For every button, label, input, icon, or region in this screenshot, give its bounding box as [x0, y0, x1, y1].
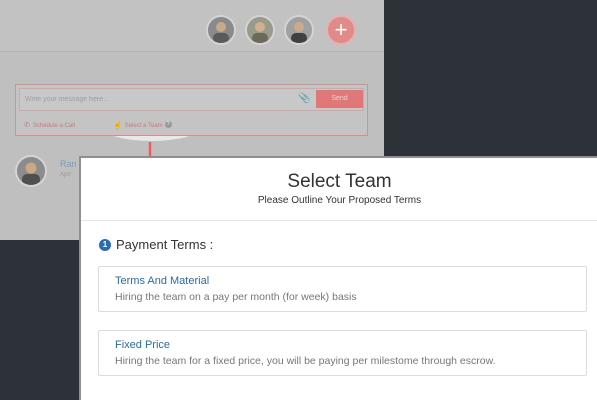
- message-input[interactable]: [19, 88, 364, 111]
- modal-divider: [81, 220, 597, 221]
- select-team-action[interactable]: ☝ Select a Team?: [113, 121, 172, 129]
- attachment-icon[interactable]: 📎: [298, 93, 310, 104]
- avatar[interactable]: [284, 15, 314, 45]
- select-team-modal: Select Team Please Outline Your Proposed…: [79, 156, 597, 400]
- option-title: Terms And Material: [115, 275, 210, 287]
- option-description: Hiring the team on a pay per month (for …: [115, 291, 357, 303]
- add-member-button[interactable]: +: [326, 15, 356, 45]
- option-title: Fixed Price: [115, 339, 171, 351]
- avatar[interactable]: [206, 15, 236, 45]
- phone-icon: ✆: [24, 122, 30, 129]
- message-composer: 📎 Send ✆Schedule a Call ☝Select a Team?: [15, 84, 368, 136]
- help-icon[interactable]: ?: [164, 121, 172, 128]
- schedule-call-label: Schedule a Call: [32, 123, 75, 129]
- modal-subtitle: Please Outline Your Proposed Terms: [257, 195, 422, 206]
- option-fixed-price[interactable]: Fixed Price Hiring the team for a fixed …: [98, 330, 587, 376]
- option-terms-and-material[interactable]: Terms And Material Hiring the team on a …: [98, 266, 587, 312]
- step-badge: 1: [99, 238, 111, 251]
- section-heading-label: Payment Terms :: [116, 237, 214, 252]
- avatar[interactable]: [245, 15, 275, 45]
- send-button[interactable]: Send: [316, 90, 363, 108]
- composer-actions: ✆ Schedule a Call ☝ Select a Team?: [16, 113, 367, 135]
- select-team-label: Select a Team: [124, 123, 163, 129]
- comment-date: Apri: [60, 172, 71, 178]
- thumb-icon: ☝: [113, 122, 122, 129]
- app-header: +: [0, 0, 384, 52]
- comment-author[interactable]: Ran: [60, 159, 77, 169]
- modal-title: Select Team: [287, 171, 392, 192]
- comment-avatar: [15, 155, 47, 187]
- schedule-call-action[interactable]: ✆ Schedule a Call: [24, 121, 75, 129]
- payment-terms-heading: 1 Payment Terms :: [99, 237, 213, 252]
- option-description: Hiring the team for a fixed price, you w…: [115, 355, 496, 367]
